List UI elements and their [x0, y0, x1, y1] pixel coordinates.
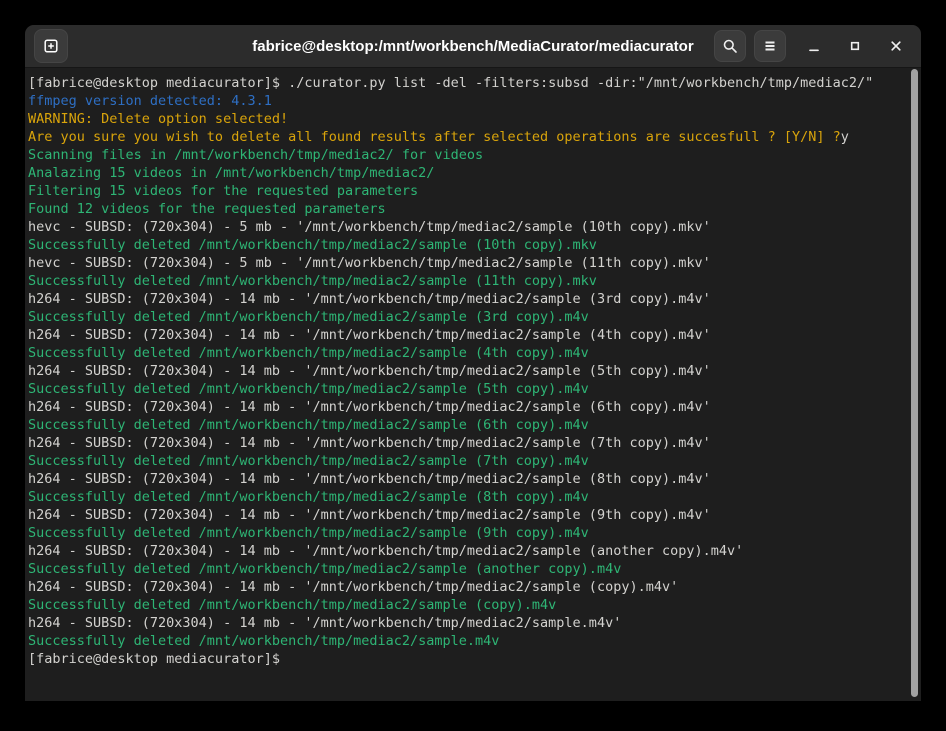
terminal-text-segment: [fabrice@desktop mediacurator]$ ./curato…	[28, 75, 873, 91]
terminal-line: Filtering 15 videos for the requested pa…	[28, 182, 907, 200]
terminal-text-segment: Successfully deleted /mnt/workbench/tmp/…	[28, 345, 589, 361]
terminal-line: Successfully deleted /mnt/workbench/tmp/…	[28, 596, 907, 614]
terminal-window: fabrice@desktop:/mnt/workbench/MediaCura…	[25, 25, 921, 701]
terminal-text-segment: [fabrice@desktop mediacurator]$	[28, 651, 288, 667]
terminal-line: Successfully deleted /mnt/workbench/tmp/…	[28, 380, 907, 398]
terminal-line: WARNING: Delete option selected!	[28, 110, 907, 128]
terminal-line: Successfully deleted /mnt/workbench/tmp/…	[28, 416, 907, 434]
close-icon	[888, 38, 904, 54]
terminal-text-segment: ffmpeg version detected: 4.3.1	[28, 93, 272, 109]
maximize-button[interactable]	[842, 33, 868, 59]
terminal-line: Successfully deleted /mnt/workbench/tmp/…	[28, 308, 907, 326]
terminal-text-segment: Successfully deleted /mnt/workbench/tmp/…	[28, 381, 589, 397]
terminal-line: h264 - SUBSD: (720x304) - 14 mb - '/mnt/…	[28, 326, 907, 344]
terminal-text-segment: Successfully deleted /mnt/workbench/tmp/…	[28, 489, 589, 505]
terminal-line: h264 - SUBSD: (720x304) - 14 mb - '/mnt/…	[28, 398, 907, 416]
terminal-text-segment: y	[841, 129, 849, 145]
close-button[interactable]	[883, 33, 909, 59]
titlebar-controls	[706, 25, 909, 67]
terminal-text-segment: Successfully deleted /mnt/workbench/tmp/…	[28, 237, 597, 253]
terminal-text-segment: h264 - SUBSD: (720x304) - 14 mb - '/mnt/…	[28, 615, 621, 631]
terminal-text-segment: hevc - SUBSD: (720x304) - 5 mb - '/mnt/w…	[28, 219, 711, 235]
new-tab-button[interactable]	[34, 29, 68, 63]
minimize-button[interactable]	[801, 33, 827, 59]
terminal-line: Successfully deleted /mnt/workbench/tmp/…	[28, 560, 907, 578]
terminal-line: Successfully deleted /mnt/workbench/tmp/…	[28, 524, 907, 542]
terminal-text-segment: h264 - SUBSD: (720x304) - 14 mb - '/mnt/…	[28, 291, 711, 307]
terminal-line: h264 - SUBSD: (720x304) - 14 mb - '/mnt/…	[28, 506, 907, 524]
terminal-line: Successfully deleted /mnt/workbench/tmp/…	[28, 452, 907, 470]
terminal-line: Found 12 videos for the requested parame…	[28, 200, 907, 218]
terminal-text-segment: Successfully deleted /mnt/workbench/tmp/…	[28, 417, 589, 433]
terminal-text-segment: h264 - SUBSD: (720x304) - 14 mb - '/mnt/…	[28, 471, 711, 487]
terminal-text-segment: h264 - SUBSD: (720x304) - 14 mb - '/mnt/…	[28, 435, 711, 451]
terminal-line: [fabrice@desktop mediacurator]$	[28, 650, 907, 668]
terminal-text-segment: Successfully deleted /mnt/workbench/tmp/…	[28, 525, 589, 541]
terminal-line: Successfully deleted /mnt/workbench/tmp/…	[28, 236, 907, 254]
terminal-text-segment: Scanning files in /mnt/workbench/tmp/med…	[28, 147, 483, 163]
terminal-line: Are you sure you wish to delete all foun…	[28, 128, 907, 146]
titlebar[interactable]: fabrice@desktop:/mnt/workbench/MediaCura…	[25, 25, 921, 68]
terminal-text-segment: Found 12 videos for the requested parame…	[28, 201, 386, 217]
terminal-text-segment: Successfully deleted /mnt/workbench/tmp/…	[28, 273, 597, 289]
terminal-line: Successfully deleted /mnt/workbench/tmp/…	[28, 632, 907, 650]
terminal-line: h264 - SUBSD: (720x304) - 14 mb - '/mnt/…	[28, 434, 907, 452]
terminal-text-segment: Successfully deleted /mnt/workbench/tmp/…	[28, 309, 589, 325]
menu-icon	[762, 38, 778, 54]
terminal-text-segment: h264 - SUBSD: (720x304) - 14 mb - '/mnt/…	[28, 363, 711, 379]
terminal-text-segment: WARNING: Delete option selected!	[28, 111, 288, 127]
terminal-line: h264 - SUBSD: (720x304) - 14 mb - '/mnt/…	[28, 614, 907, 632]
terminal-text-segment: Successfully deleted /mnt/workbench/tmp/…	[28, 633, 499, 649]
terminal-text-segment: h264 - SUBSD: (720x304) - 14 mb - '/mnt/…	[28, 507, 711, 523]
terminal-line: h264 - SUBSD: (720x304) - 14 mb - '/mnt/…	[28, 290, 907, 308]
terminal-output[interactable]: [fabrice@desktop mediacurator]$ ./curato…	[25, 68, 921, 701]
new-tab-icon	[43, 38, 59, 54]
terminal-line: h264 - SUBSD: (720x304) - 14 mb - '/mnt/…	[28, 542, 907, 560]
terminal-line: Analazing 15 videos in /mnt/workbench/tm…	[28, 164, 907, 182]
terminal-text-segment: Are you sure you wish to delete all foun…	[28, 129, 841, 145]
scrollbar-thumb[interactable]	[911, 69, 918, 697]
search-button[interactable]	[714, 30, 746, 62]
desktop-background: fabrice@desktop:/mnt/workbench/MediaCura…	[0, 0, 946, 731]
terminal-text-segment: Filtering 15 videos for the requested pa…	[28, 183, 418, 199]
terminal-text-segment: Successfully deleted /mnt/workbench/tmp/…	[28, 453, 589, 469]
terminal-line: Successfully deleted /mnt/workbench/tmp/…	[28, 344, 907, 362]
terminal-text-segment: hevc - SUBSD: (720x304) - 5 mb - '/mnt/w…	[28, 255, 711, 271]
scrollbar[interactable]	[911, 69, 918, 697]
terminal-line: Successfully deleted /mnt/workbench/tmp/…	[28, 272, 907, 290]
terminal-text-segment: Successfully deleted /mnt/workbench/tmp/…	[28, 561, 621, 577]
terminal-text-segment: h264 - SUBSD: (720x304) - 14 mb - '/mnt/…	[28, 543, 743, 559]
terminal-text-segment: Analazing 15 videos in /mnt/workbench/tm…	[28, 165, 434, 181]
terminal-line: hevc - SUBSD: (720x304) - 5 mb - '/mnt/w…	[28, 218, 907, 236]
terminal-line: h264 - SUBSD: (720x304) - 14 mb - '/mnt/…	[28, 362, 907, 380]
terminal-line: [fabrice@desktop mediacurator]$ ./curato…	[28, 74, 907, 92]
maximize-icon	[847, 38, 863, 54]
minimize-icon	[806, 38, 822, 54]
terminal-line: ffmpeg version detected: 4.3.1	[28, 92, 907, 110]
terminal-line: h264 - SUBSD: (720x304) - 14 mb - '/mnt/…	[28, 470, 907, 488]
terminal-text-segment: Successfully deleted /mnt/workbench/tmp/…	[28, 597, 556, 613]
terminal-text-segment: h264 - SUBSD: (720x304) - 14 mb - '/mnt/…	[28, 579, 678, 595]
terminal-line: Successfully deleted /mnt/workbench/tmp/…	[28, 488, 907, 506]
terminal-text-segment: h264 - SUBSD: (720x304) - 14 mb - '/mnt/…	[28, 327, 711, 343]
terminal-line: hevc - SUBSD: (720x304) - 5 mb - '/mnt/w…	[28, 254, 907, 272]
search-icon	[722, 38, 738, 54]
terminal-text-segment: h264 - SUBSD: (720x304) - 14 mb - '/mnt/…	[28, 399, 711, 415]
terminal-line: h264 - SUBSD: (720x304) - 14 mb - '/mnt/…	[28, 578, 907, 596]
terminal-line: Scanning files in /mnt/workbench/tmp/med…	[28, 146, 907, 164]
menu-button[interactable]	[754, 30, 786, 62]
